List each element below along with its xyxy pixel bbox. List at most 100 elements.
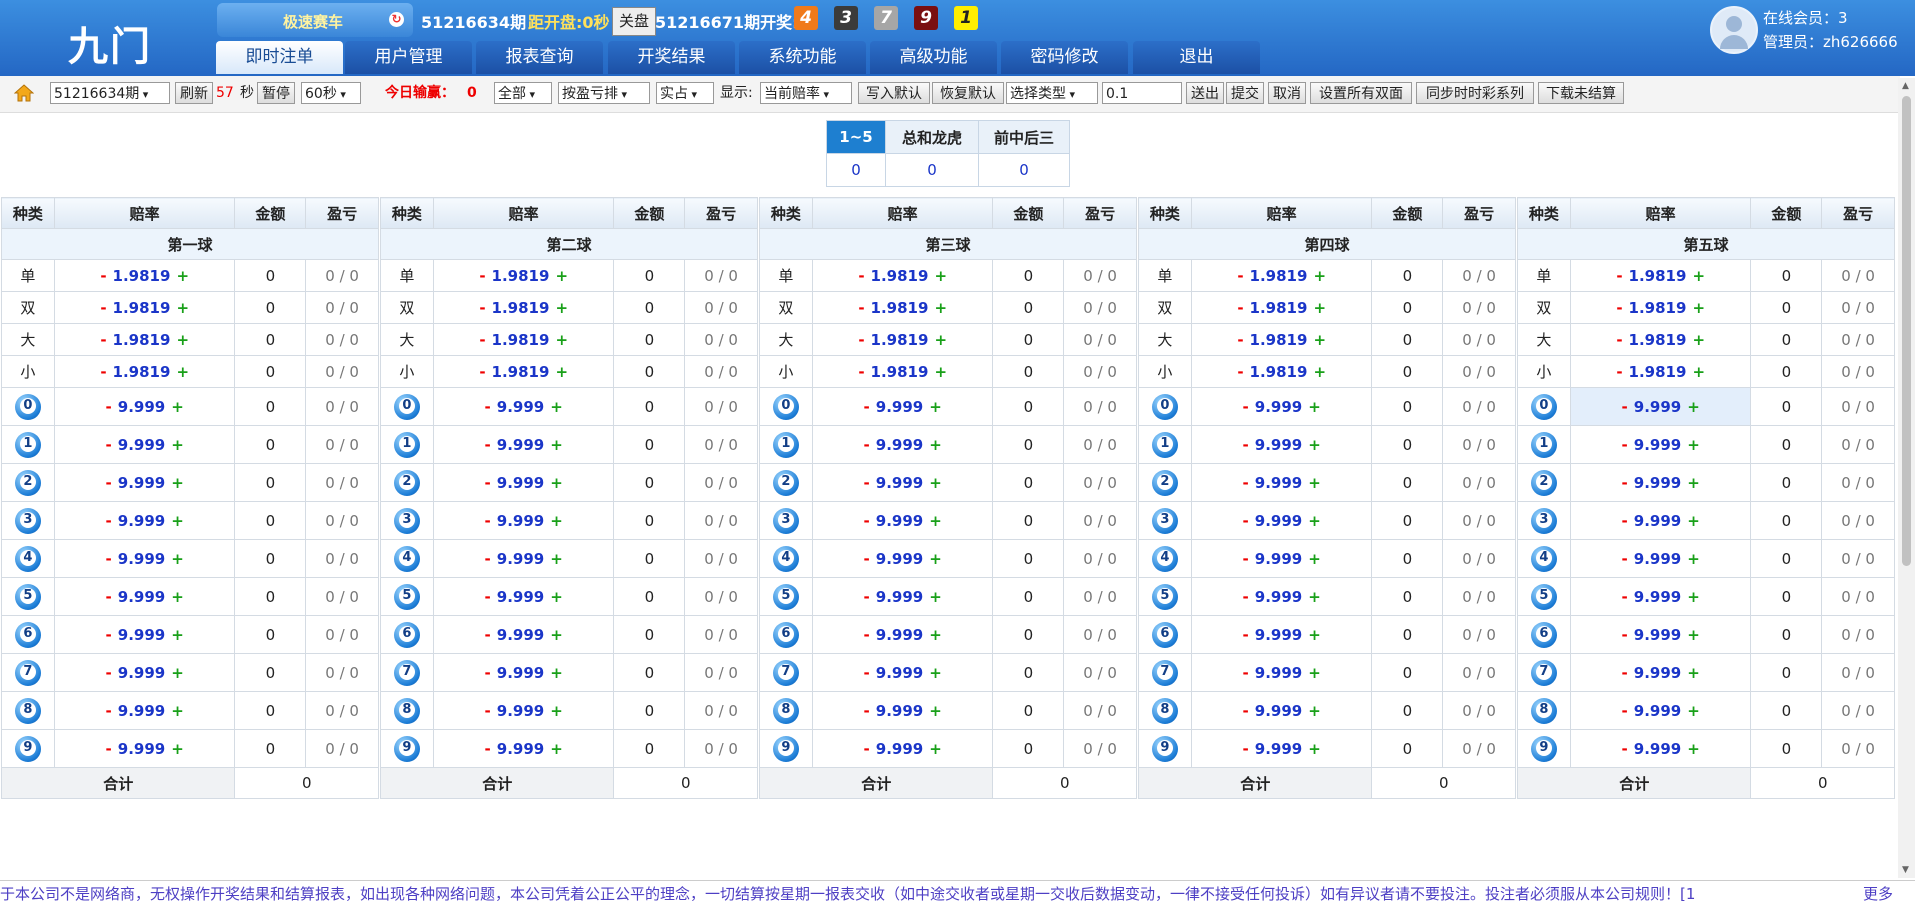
odds-value[interactable]: 9.999 [876,398,923,416]
increase-odds-button[interactable]: + [1308,740,1321,758]
odds-value[interactable]: 9.999 [497,588,544,606]
scroll-thumb[interactable] [1902,96,1911,566]
decrease-odds-button[interactable]: - [1243,512,1249,530]
odds-value[interactable]: 1.9819 [1250,331,1308,349]
odds-value[interactable]: 9.999 [876,588,923,606]
odds-value[interactable]: 9.999 [118,626,165,644]
odds-value[interactable]: 9.999 [876,702,923,720]
increase-odds-button[interactable]: + [1687,474,1700,492]
odds-value[interactable]: 9.999 [1634,588,1681,606]
increase-odds-button[interactable]: + [934,299,947,317]
close-market-button[interactable]: 关盘 [612,7,656,36]
increase-odds-button[interactable]: + [176,267,189,285]
odds-value[interactable]: 1.9819 [871,363,929,381]
decrease-odds-button[interactable]: - [100,267,106,285]
odds-value[interactable]: 9.999 [118,512,165,530]
decrease-odds-button[interactable]: - [1622,664,1628,682]
decrease-odds-button[interactable]: - [1622,512,1628,530]
odds-value[interactable]: 9.999 [1255,702,1302,720]
odds-value[interactable]: 9.999 [497,550,544,568]
nav-item[interactable]: 用户管理 [345,41,472,74]
nav-item[interactable]: 报表查询 [476,41,603,74]
decrease-odds-button[interactable]: - [100,299,106,317]
increase-odds-button[interactable]: + [550,474,563,492]
decrease-odds-button[interactable]: - [858,299,864,317]
decrease-odds-button[interactable]: - [485,626,491,644]
increase-odds-button[interactable]: + [176,299,189,317]
increase-odds-button[interactable]: + [929,398,942,416]
odds-value[interactable]: 9.999 [1255,550,1302,568]
odds-value[interactable]: 9.999 [1255,740,1302,758]
odds-value[interactable]: 9.999 [497,436,544,454]
decrease-odds-button[interactable]: - [1243,626,1249,644]
decrease-odds-button[interactable]: - [100,363,106,381]
decrease-odds-button[interactable]: - [858,267,864,285]
increase-odds-button[interactable]: + [929,512,942,530]
game-selector[interactable]: 极速赛车 ↻ [217,3,413,37]
refresh-button[interactable]: 刷新 [175,82,213,104]
decrease-odds-button[interactable]: - [864,702,870,720]
increase-odds-button[interactable]: + [1687,702,1700,720]
decrease-odds-button[interactable]: - [485,550,491,568]
decrease-odds-button[interactable]: - [864,740,870,758]
odds-value[interactable]: 9.999 [876,740,923,758]
home-icon[interactable] [14,84,34,102]
tab-front-mid-back[interactable]: 前中后三 [978,120,1070,154]
increase-odds-button[interactable]: + [176,331,189,349]
odds-value[interactable]: 1.9819 [871,331,929,349]
increase-odds-button[interactable]: + [171,512,184,530]
nav-item[interactable]: 密码修改 [1001,41,1128,74]
restore-default-button[interactable]: 恢复默认 [932,82,1004,104]
nav-item[interactable]: 系统功能 [739,41,866,74]
decrease-odds-button[interactable]: - [106,512,112,530]
decrease-odds-button[interactable]: - [106,740,112,758]
scrollbar[interactable]: ▲ ▼ [1898,78,1915,878]
decrease-odds-button[interactable]: - [1237,331,1243,349]
more-link[interactable]: 更多 [1854,881,1893,907]
increase-odds-button[interactable]: + [1308,550,1321,568]
increase-odds-button[interactable]: + [1687,740,1700,758]
decrease-odds-button[interactable]: - [864,626,870,644]
increase-odds-button[interactable]: + [1687,626,1700,644]
odds-value[interactable]: 9.999 [876,474,923,492]
decrease-odds-button[interactable]: - [1243,740,1249,758]
odds-value[interactable]: 1.9819 [1250,363,1308,381]
decrease-odds-button[interactable]: - [864,664,870,682]
decrease-odds-button[interactable]: - [1622,626,1628,644]
increase-odds-button[interactable]: + [171,474,184,492]
decrease-odds-button[interactable]: - [485,664,491,682]
decrease-odds-button[interactable]: - [864,512,870,530]
nav-item[interactable]: 退出 [1133,41,1260,74]
odds-value[interactable]: 9.999 [876,512,923,530]
odds-value[interactable]: 9.999 [118,702,165,720]
increase-odds-button[interactable]: + [171,664,184,682]
increase-odds-button[interactable]: + [934,267,947,285]
increase-odds-button[interactable]: + [171,550,184,568]
odds-value[interactable]: 9.999 [876,626,923,644]
odds-value[interactable]: 1.9819 [1629,331,1687,349]
decrease-odds-button[interactable]: - [479,267,485,285]
decrease-odds-button[interactable]: - [1237,299,1243,317]
sort-select[interactable]: 按盈亏排 [558,82,650,104]
increase-odds-button[interactable]: + [929,550,942,568]
odds-value[interactable]: 9.999 [1634,702,1681,720]
increase-odds-button[interactable]: + [929,702,942,720]
increase-odds-button[interactable]: + [550,702,563,720]
odds-value[interactable]: 9.999 [1634,740,1681,758]
decrease-odds-button[interactable]: - [1622,436,1628,454]
odds-value[interactable]: 1.9819 [1250,299,1308,317]
decrease-odds-button[interactable]: - [864,398,870,416]
sync-button[interactable]: 同步时时彩系列 [1416,82,1534,104]
increase-odds-button[interactable]: + [1308,702,1321,720]
odds-value[interactable]: 1.9819 [1629,363,1687,381]
increase-odds-button[interactable]: + [1313,331,1326,349]
nav-item[interactable]: 开奖结果 [608,41,735,74]
increase-odds-button[interactable]: + [171,740,184,758]
decrease-odds-button[interactable]: - [1237,363,1243,381]
tab-sum-dragon-tiger[interactable]: 总和龙虎 [885,120,979,154]
odds-value[interactable]: 1.9819 [492,331,550,349]
increase-odds-button[interactable]: + [1687,664,1700,682]
odds-value[interactable]: 9.999 [497,474,544,492]
odds-value[interactable]: 9.999 [497,664,544,682]
odds-value[interactable]: 9.999 [497,740,544,758]
